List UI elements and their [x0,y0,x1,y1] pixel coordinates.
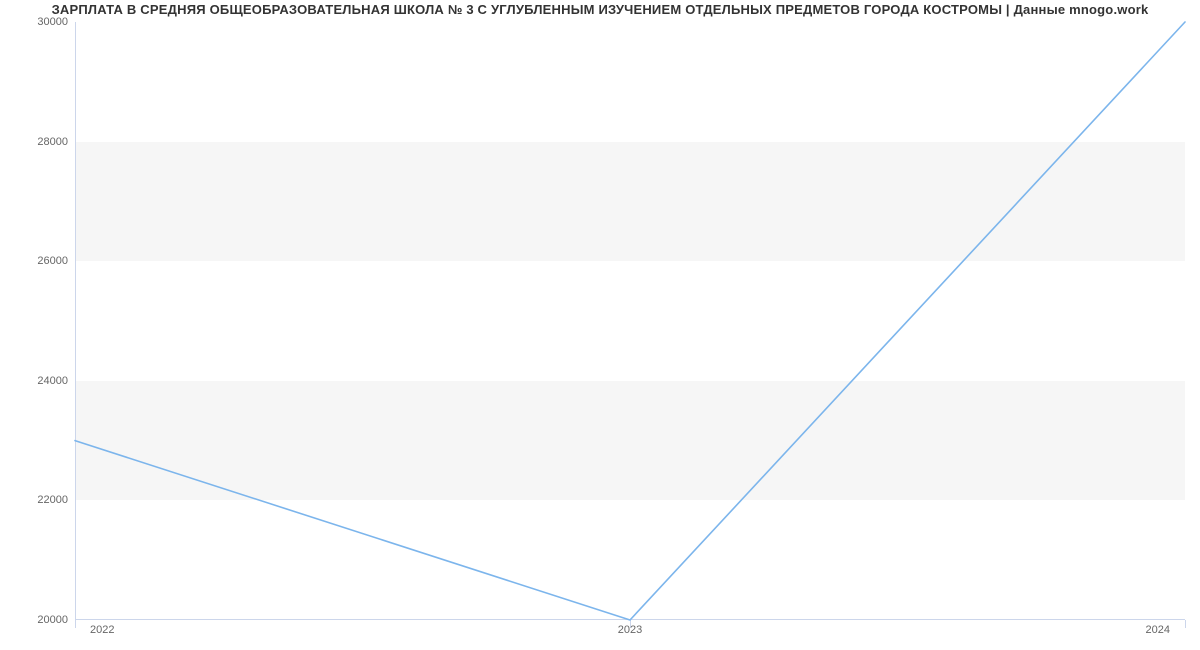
y-tick-label: 24000 [37,375,68,387]
x-tick-label: 2023 [618,624,642,636]
chart-title: ЗАРПЛАТА В СРЕДНЯЯ ОБЩЕОБРАЗОВАТЕЛЬНАЯ Ш… [0,2,1200,17]
y-tick-label: 30000 [37,16,68,28]
x-tick-label: 2022 [90,624,114,636]
x-tick [1185,620,1186,628]
x-tick [75,620,76,628]
plot-area [75,22,1185,620]
y-tick-label: 20000 [37,614,68,626]
x-tick-label: 2024 [1146,624,1170,636]
y-tick-label: 28000 [37,136,68,148]
series-path [75,22,1185,620]
line-series [75,22,1185,620]
chart-container: ЗАРПЛАТА В СРЕДНЯЯ ОБЩЕОБРАЗОВАТЕЛЬНАЯ Ш… [0,0,1200,650]
y-tick-label: 22000 [37,494,68,506]
y-tick-label: 26000 [37,255,68,267]
